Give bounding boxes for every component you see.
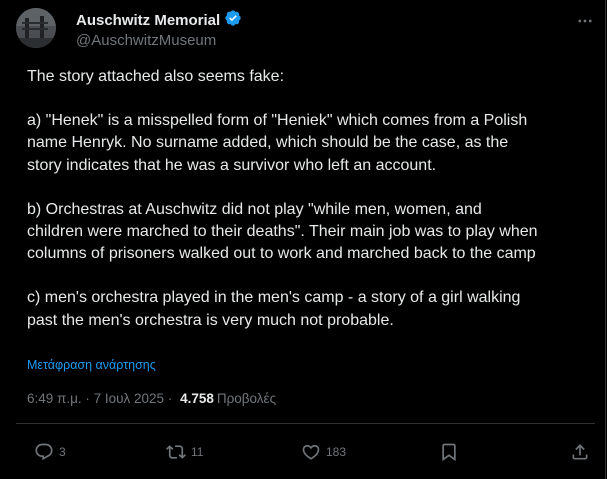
- views-count: 4.758: [180, 391, 214, 406]
- post-time[interactable]: 6:49 π.μ.: [27, 391, 82, 406]
- avatar-image: [16, 8, 56, 48]
- post-line: name Henryk. No surname added, which sho…: [27, 134, 509, 152]
- reply-count: 3: [59, 445, 66, 459]
- post-line: b) Orchestras at Auschwitz did not play …: [27, 200, 482, 218]
- author-handle[interactable]: @AuschwitzMuseum: [76, 32, 216, 49]
- repost-count: 11: [191, 445, 204, 459]
- like-button[interactable]: 183: [301, 441, 346, 463]
- more-options-button[interactable]: [574, 10, 596, 32]
- repost-button[interactable]: 11: [166, 441, 203, 463]
- bookmark-button[interactable]: [439, 441, 459, 463]
- post-meta: 6:49 π.μ. · 7 Ιουλ 2025 · 4.758 Προβολές: [27, 391, 276, 406]
- verified-badge-icon: [224, 9, 242, 32]
- heart-icon: [302, 444, 320, 460]
- post-date[interactable]: 7 Ιουλ 2025: [94, 391, 164, 406]
- reply-icon: [35, 443, 53, 461]
- reply-button[interactable]: 3: [34, 441, 66, 463]
- share-icon: [572, 444, 588, 460]
- views-label: Προβολές: [216, 391, 277, 406]
- avatar[interactable]: [16, 8, 56, 48]
- post-line: columns of prisoners walked out to work …: [27, 245, 536, 263]
- post-text: The story attached also seems fake: a) "…: [27, 66, 597, 332]
- post-line: c) men's orchestra played in the men's c…: [27, 289, 521, 307]
- post-container: Auschwitz Memorial @AuschwitzMuseum The …: [0, 0, 606, 479]
- post-line: story indicates that he was a survivor w…: [27, 156, 437, 174]
- post-line: a) "Henek" is a misspelled form of "Heni…: [27, 112, 528, 130]
- post-line: The story attached also seems fake:: [27, 68, 285, 85]
- post-line: past the men's orchestra is very much no…: [27, 311, 394, 329]
- bookmark-icon: [442, 443, 456, 462]
- share-button[interactable]: [570, 441, 590, 463]
- repost-icon: [166, 445, 186, 459]
- author-display-name[interactable]: Auschwitz Memorial: [76, 12, 220, 29]
- translate-post-link[interactable]: Μετάφραση ανάρτησης: [27, 358, 156, 372]
- meta-separator: ·: [164, 391, 177, 406]
- meta-separator: ·: [81, 391, 94, 406]
- author-name-row[interactable]: Auschwitz Memorial: [76, 9, 242, 32]
- divider: [16, 423, 595, 424]
- post-line: children were marched to their deaths". …: [27, 223, 538, 241]
- more-dots-icon: [578, 19, 592, 23]
- like-count: 183: [326, 445, 347, 459]
- action-bar: 3 11 183: [0, 441, 605, 463]
